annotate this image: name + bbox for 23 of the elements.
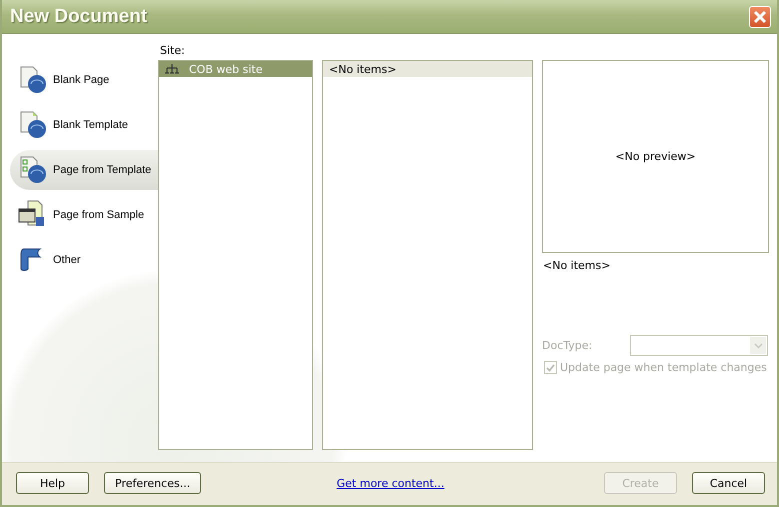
category-item[interactable]: Blank Page	[10, 60, 158, 100]
checkbox-label: Update page when template changes	[560, 361, 767, 374]
category-item[interactable]: Page from Template	[10, 150, 158, 190]
get-more-content-link[interactable]: Get more content...	[336, 476, 444, 490]
document-icon	[18, 65, 48, 95]
doctype-label: DocType:	[542, 339, 594, 352]
dialog-button[interactable]: Help	[16, 472, 89, 494]
description-text: <No items>	[542, 259, 612, 272]
category-item[interactable]: Page from Sample	[10, 195, 158, 235]
category-item[interactable]: Other	[10, 240, 158, 280]
sitemap-icon	[165, 64, 179, 74]
dialog-button[interactable]: Cancel	[692, 472, 765, 494]
category-item[interactable]: Blank Template	[10, 105, 158, 145]
close-icon	[753, 10, 767, 24]
template-item[interactable]: <No items>	[323, 61, 532, 77]
window-title: New Document	[10, 6, 148, 28]
doctype-dropdown[interactable]	[630, 335, 768, 356]
site-label: Site:	[159, 44, 186, 58]
close-button[interactable]	[749, 6, 771, 28]
document-icon	[18, 155, 48, 185]
document-icon	[18, 110, 48, 140]
dialog-button[interactable]: Preferences...	[104, 472, 202, 494]
preview-text: <No preview>	[615, 150, 696, 163]
